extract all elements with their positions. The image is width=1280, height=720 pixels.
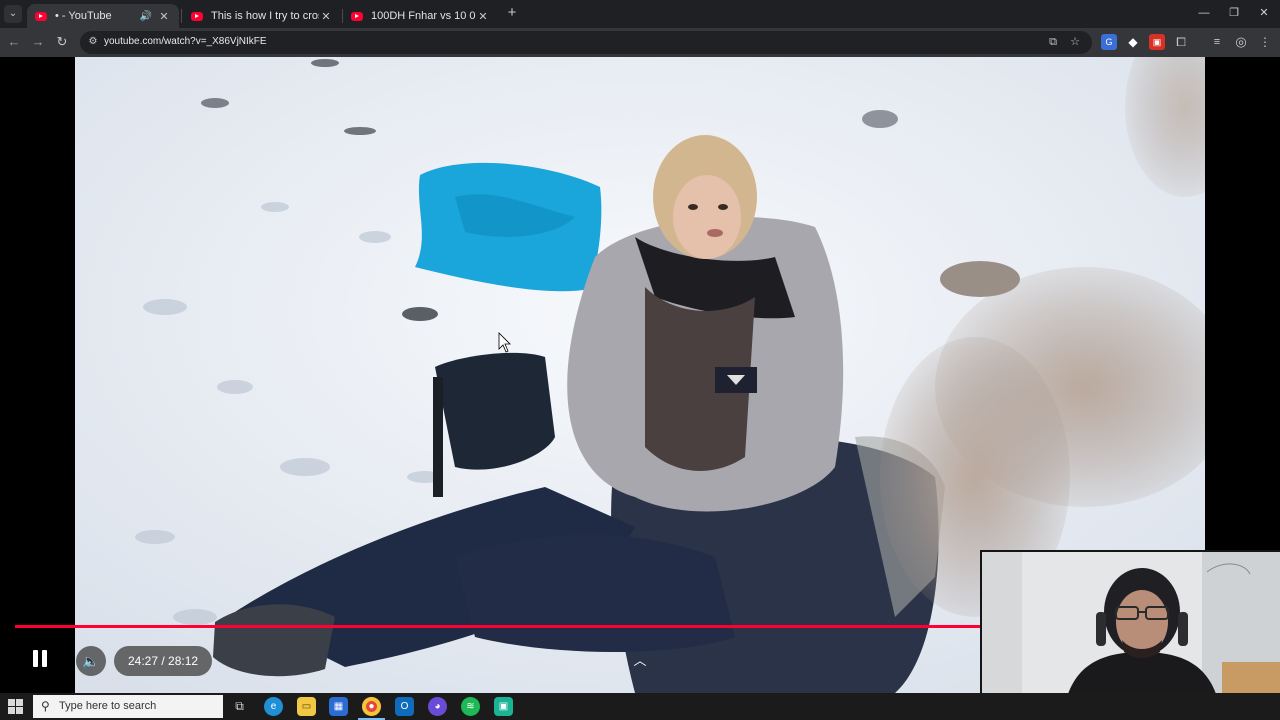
new-tab-button[interactable]: + [504,5,520,21]
install-app-icon[interactable]: ⧉ [1046,35,1060,49]
edge-icon[interactable]: e [264,697,283,716]
pause-button[interactable] [28,647,52,671]
extensions-puzzle-icon[interactable]: ⧠ [1173,34,1189,50]
task-view-icon[interactable]: ⧉ [230,697,249,716]
translate-extension-icon[interactable]: G [1101,34,1117,50]
spotify-icon[interactable]: ≋ [461,697,480,716]
windows-taskbar: ⚲ Type here to search ⧉ e ▭ ▦ ● O ◕ ≋ ▣ [0,693,1280,720]
close-tab-icon[interactable]: ✕ [476,10,490,23]
address-bar[interactable]: ⚙ youtube.com/watch?v=_X86VjNIkFE ⧉ ☆ [80,31,1092,54]
minimize-button[interactable]: — [1189,4,1219,22]
tab-title: 100DH Fnhar vs 10 000DH Fnh [371,10,476,22]
discord-icon[interactable]: ◕ [428,697,447,716]
bookmark-star-icon[interactable]: ☆ [1068,35,1082,49]
volume-icon[interactable]: 🔈 [76,646,106,676]
youtube-favicon-icon [351,11,363,21]
back-button[interactable]: ← [4,32,24,52]
tab-search-button[interactable]: ⌄ [4,5,22,23]
file-explorer-icon[interactable]: ▭ [297,697,316,716]
pause-bar-right [42,650,47,667]
tab-title: This is how I try to cross a dang [211,10,319,22]
app-icon[interactable]: ▣ [494,697,513,716]
youtube-favicon-icon [191,11,203,21]
extension-red-icon[interactable]: ▣ [1149,34,1165,50]
time-display: 24:27 / 28:12 [114,646,213,676]
url-text[interactable]: youtube.com/watch?v=_X86VjNIkFE [104,36,267,47]
search-placeholder: Type here to search [59,700,157,712]
tab-divider [181,9,182,23]
close-tab-icon[interactable]: ✕ [319,10,333,23]
site-info-icon[interactable]: ⚙ [86,35,100,49]
media-control-icon[interactable]: ≡ [1209,34,1225,50]
search-icon: ⚲ [41,699,50,713]
windows-start-icon[interactable] [8,699,24,715]
close-tab-icon[interactable]: ✕ [157,10,171,23]
close-window-button[interactable]: ✕ [1249,4,1279,22]
taskbar-search-box[interactable]: ⚲ Type here to search [33,695,223,718]
tab-youtube-active[interactable]: • - YouTube 🔊 ✕ [27,4,179,28]
profile-icon[interactable]: ◎ [1233,34,1249,50]
outlook-icon[interactable]: O [395,697,414,716]
speaker-icon[interactable]: 🔊 [139,11,153,22]
screen: ⌄ • - YouTube 🔊 ✕ This is how I try to c… [0,0,1280,720]
pause-bar-left [33,650,38,667]
youtube-favicon-icon [35,11,47,21]
forward-button[interactable]: → [28,32,48,52]
browser-toolbar: ← → ↻ ⚙ youtube.com/watch?v=_X86VjNIkFE … [0,28,1280,57]
menu-kebab-icon[interactable]: ⋮ [1257,34,1273,50]
chevron-up-icon[interactable]: ︿ [628,651,652,671]
progress-played [15,625,1099,628]
extension-diamond-icon[interactable]: ◆ [1125,34,1141,50]
microsoft-store-icon[interactable]: ▦ [329,697,348,716]
tab-title: • - YouTube [55,10,112,22]
chrome-icon[interactable]: ● [362,697,381,716]
reload-button[interactable]: ↻ [52,32,72,52]
tab-strip: ⌄ • - YouTube 🔊 ✕ This is how I try to c… [0,0,1280,28]
tab-fnhar[interactable]: 100DH Fnhar vs 10 000DH Fnh ✕ [343,4,498,28]
restore-button[interactable]: ❐ [1219,4,1249,22]
tab-cross-dang[interactable]: This is how I try to cross a dang ✕ [183,4,341,28]
